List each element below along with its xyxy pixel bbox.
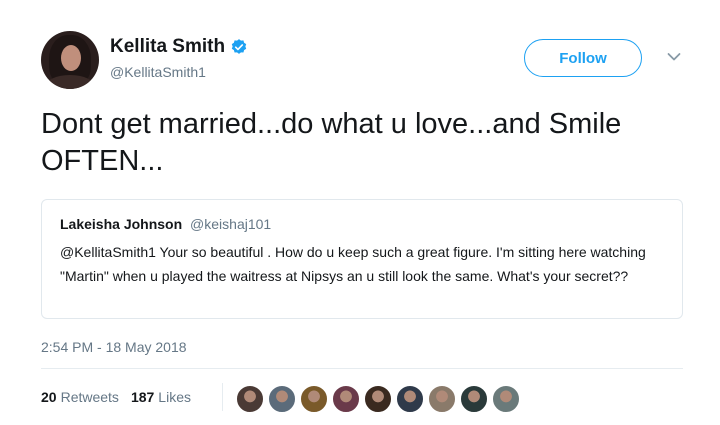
author-name-row: Kellita Smith xyxy=(110,36,248,58)
retweets-count[interactable]: 20 xyxy=(41,389,57,405)
author-display-name[interactable]: Kellita Smith xyxy=(110,36,225,58)
quoted-author-name: Lakeisha Johnson xyxy=(60,216,183,232)
tweet-text: Dont get married...do what u love...and … xyxy=(41,108,622,177)
liker-avatars xyxy=(236,385,524,413)
chevron-down-icon[interactable] xyxy=(667,52,681,62)
verified-badge-icon xyxy=(231,39,247,54)
quoted-author-handle: @keishaj101 xyxy=(190,216,272,232)
liker-avatar[interactable] xyxy=(300,385,328,413)
likes-count[interactable]: 187 xyxy=(131,389,154,405)
liker-avatar[interactable] xyxy=(396,385,424,413)
liker-avatar[interactable] xyxy=(236,385,264,413)
quoted-tweet[interactable]: Lakeisha Johnson @keishaj101 @KellitaSmi… xyxy=(41,199,683,319)
quoted-tweet-header: Lakeisha Johnson @keishaj101 xyxy=(60,216,271,232)
stats-divider xyxy=(222,383,223,411)
retweets-label[interactable]: Retweets xyxy=(61,389,119,405)
tweet-stats: 20 Retweets 187 Likes xyxy=(41,389,203,405)
quoted-tweet-text: @KellitaSmith1 Your so beautiful . How d… xyxy=(60,244,646,284)
likes-label[interactable]: Likes xyxy=(158,389,191,405)
follow-button[interactable]: Follow xyxy=(524,39,642,77)
liker-avatar[interactable] xyxy=(364,385,392,413)
author-avatar[interactable] xyxy=(41,31,99,89)
liker-avatar[interactable] xyxy=(492,385,520,413)
avatar-face xyxy=(61,45,81,71)
liker-avatar[interactable] xyxy=(428,385,456,413)
liker-avatar[interactable] xyxy=(268,385,296,413)
author-handle[interactable]: @KellitaSmith1 xyxy=(110,64,206,80)
liker-avatar[interactable] xyxy=(460,385,488,413)
liker-avatar[interactable] xyxy=(332,385,360,413)
tweet-timestamp[interactable]: 2:54 PM - 18 May 2018 xyxy=(41,339,187,355)
tweet-card: Kellita Smith @KellitaSmith1 Follow Dont… xyxy=(0,0,720,425)
divider xyxy=(41,368,683,369)
